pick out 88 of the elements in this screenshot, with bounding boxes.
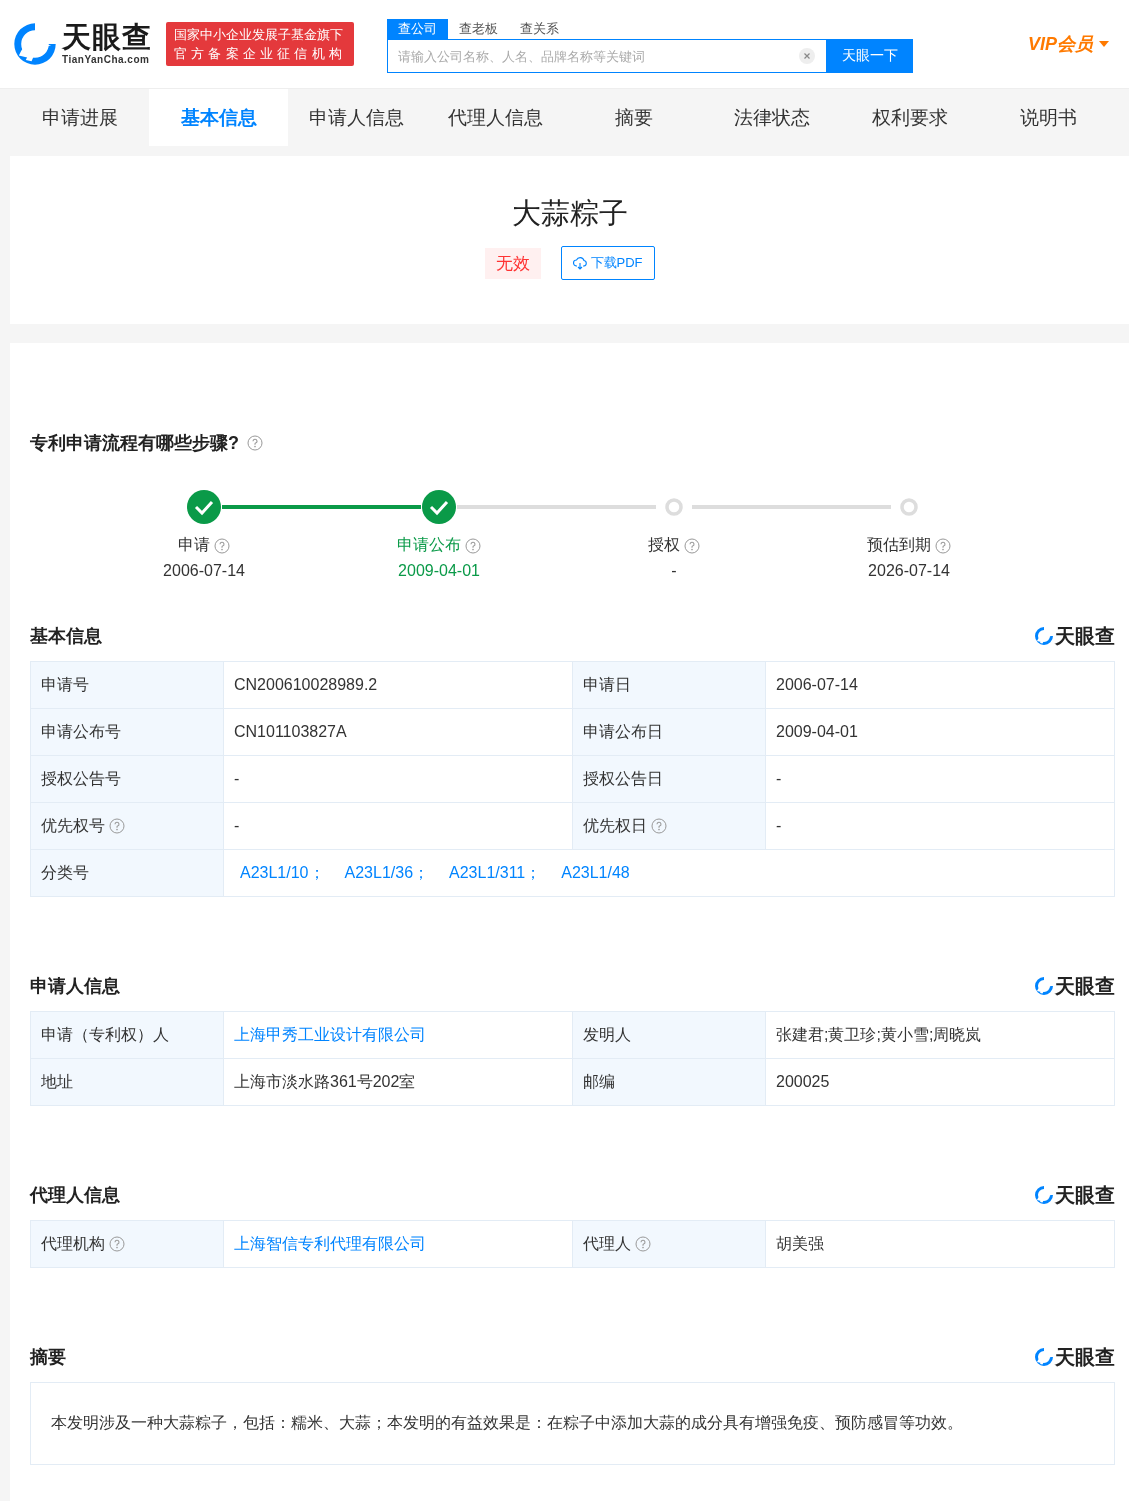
patent-title: 大蒜粽子 bbox=[511, 196, 628, 231]
field-label: 地址 bbox=[41, 1071, 73, 1092]
vip-link[interactable]: VIP会员 bbox=[1028, 32, 1109, 56]
process-question: 专利申请流程有哪些步骤? bbox=[30, 432, 239, 455]
section-tab[interactable]: 权利要求 bbox=[841, 89, 980, 146]
help-icon[interactable] bbox=[684, 537, 700, 554]
field-label: 分类号 bbox=[41, 862, 89, 883]
field-value: - bbox=[234, 817, 240, 835]
field-label: 申请日 bbox=[583, 674, 631, 695]
logo-domain: TianYanCha.com bbox=[62, 55, 151, 65]
status-tag: 无效 bbox=[484, 247, 541, 279]
abstract-text: 本发明涉及一种大蒜粽子，包括：糯米、大蒜；本发明的有益效果是：在粽子中添加大蒜的成分具有增强免疫、预防感冒等功效。 bbox=[51, 1413, 964, 1433]
field-label: 发明人 bbox=[583, 1024, 631, 1045]
field-label: 授权公告日 bbox=[583, 768, 663, 789]
help-icon[interactable] bbox=[109, 818, 125, 834]
classification-link[interactable]: A23L1/36； bbox=[344, 862, 430, 884]
brand-name: 天眼查 bbox=[1055, 1182, 1115, 1208]
clear-icon[interactable] bbox=[799, 48, 815, 64]
search-tab[interactable]: 查公司 bbox=[387, 19, 448, 39]
step-date: 2006-07-14 bbox=[163, 562, 245, 580]
section-title: 摘要 bbox=[30, 1346, 66, 1369]
field-label: 申请公布号 bbox=[41, 721, 121, 742]
help-icon[interactable] bbox=[935, 537, 951, 554]
search-field[interactable]: 请输入公司名称、人名、品牌名称等关键词 bbox=[387, 39, 827, 73]
field-label: 代理机构 bbox=[41, 1233, 105, 1254]
field-value: 2009-04-01 bbox=[776, 723, 858, 741]
eye-logo-icon bbox=[1034, 1185, 1054, 1205]
step-date: 2009-04-01 bbox=[398, 562, 480, 580]
field-value: CN200610028989.2 bbox=[234, 676, 378, 694]
classification-link[interactable]: A23L1/311； bbox=[449, 862, 542, 884]
section-title: 代理人信息 bbox=[30, 1184, 120, 1207]
company-link[interactable]: 上海甲秀工业设计有限公司 bbox=[234, 1024, 426, 1046]
step-label: 申请公布 bbox=[397, 535, 461, 555]
field-label: 申请号 bbox=[41, 674, 89, 695]
step-date: - bbox=[671, 562, 677, 580]
logo-name: 天眼查 bbox=[62, 23, 152, 52]
brand-name: 天眼查 bbox=[1055, 973, 1115, 999]
section-tab[interactable]: 摘要 bbox=[564, 89, 703, 146]
brand-name: 天眼查 bbox=[1055, 1344, 1115, 1370]
section-tab[interactable]: 申请人信息 bbox=[287, 89, 427, 146]
field-label: 邮编 bbox=[583, 1071, 615, 1092]
field-value: - bbox=[776, 770, 782, 788]
eye-logo-icon bbox=[1034, 1347, 1054, 1367]
classification-link[interactable]: A23L1/10； bbox=[240, 862, 325, 884]
section-tab[interactable]: 基本信息 bbox=[149, 89, 288, 146]
step-date: 2026-07-14 bbox=[868, 562, 950, 580]
section-tab[interactable]: 代理人信息 bbox=[426, 89, 565, 146]
field-value: 上海市淡水路361号202室 bbox=[234, 1071, 416, 1092]
field-value: - bbox=[234, 770, 240, 788]
classification-link[interactable]: A23L1/48 bbox=[561, 864, 630, 882]
help-icon[interactable] bbox=[214, 537, 230, 554]
caret-icon bbox=[1099, 40, 1109, 48]
field-label: 申请（专利权）人 bbox=[41, 1024, 169, 1045]
search-tab[interactable]: 查老板 bbox=[448, 19, 509, 39]
help-icon[interactable] bbox=[247, 435, 263, 451]
section-tab[interactable]: 法律状态 bbox=[702, 89, 842, 146]
section-tab[interactable]: 申请进展 bbox=[11, 89, 150, 146]
eye-logo-icon bbox=[1034, 626, 1054, 646]
section-title: 基本信息 bbox=[30, 625, 102, 648]
company-link[interactable]: 上海智信专利代理有限公司 bbox=[234, 1233, 426, 1255]
help-icon[interactable] bbox=[465, 537, 481, 554]
field-value: 胡美强 bbox=[776, 1233, 824, 1254]
section-tab[interactable]: 说明书 bbox=[979, 89, 1118, 146]
step-label: 预估到期 bbox=[867, 535, 931, 555]
cloud-download-icon bbox=[572, 256, 587, 270]
help-icon[interactable] bbox=[651, 818, 667, 834]
step-label: 授权 bbox=[648, 535, 680, 555]
field-value: CN101103827A bbox=[234, 723, 347, 741]
field-label: 代理人 bbox=[583, 1233, 631, 1254]
field-value: 2006-07-14 bbox=[776, 676, 858, 694]
field-value: 200025 bbox=[776, 1073, 830, 1091]
field-label: 优先权号 bbox=[41, 815, 105, 836]
help-icon[interactable] bbox=[109, 1236, 125, 1252]
field-label: 申请公布日 bbox=[583, 721, 663, 742]
brand-name: 天眼查 bbox=[1055, 623, 1115, 649]
field-value: - bbox=[776, 817, 782, 835]
download-button[interactable]: 下载PDF bbox=[560, 246, 655, 280]
eye-logo-icon bbox=[1034, 976, 1054, 996]
fund-badge: 国家中小企业发展子基金旗下 官方备案企业征信机构 bbox=[166, 22, 354, 66]
search-button[interactable]: 天眼一下 bbox=[827, 39, 913, 73]
field-label: 授权公告号 bbox=[41, 768, 121, 789]
step-label: 申请 bbox=[178, 535, 210, 555]
help-icon[interactable] bbox=[635, 1236, 651, 1252]
eye-logo-icon bbox=[12, 21, 58, 67]
field-label: 优先权日 bbox=[583, 815, 647, 836]
field-value: 张建君;黄卫珍;黄小雪;周晓岚 bbox=[776, 1024, 982, 1045]
section-title: 申请人信息 bbox=[30, 975, 120, 998]
search-tab[interactable]: 查关系 bbox=[509, 19, 570, 39]
